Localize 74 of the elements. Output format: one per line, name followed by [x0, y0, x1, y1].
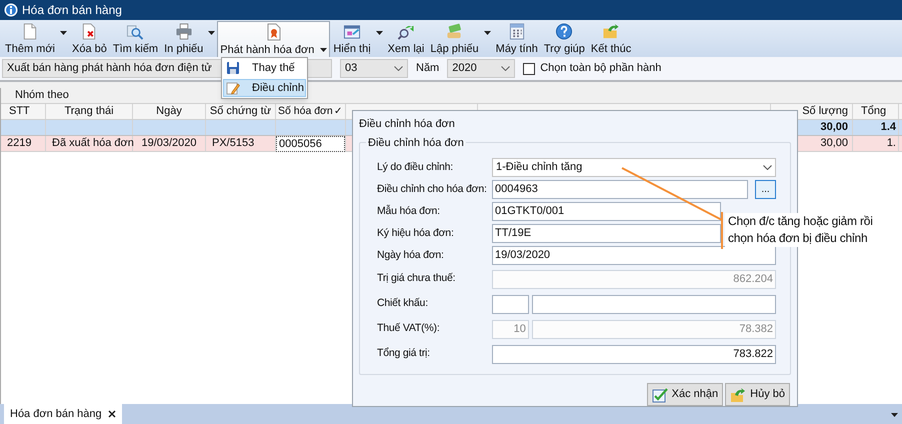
folder-arrow-icon	[602, 23, 620, 40]
toolbar-button[interactable]: Tìm kiếm	[110, 21, 162, 57]
field-label: Thuế VAT(%):	[377, 321, 441, 336]
column-header: Ngày	[133, 104, 206, 119]
field-label: Lý do điều chỉnh:	[377, 160, 454, 175]
input-field[interactable]	[532, 294, 776, 314]
input-field[interactable]	[492, 294, 529, 314]
table-cell: 19/03/2020	[133, 136, 206, 151]
input-field[interactable]: 0004963	[492, 180, 748, 199]
chevron-down-icon	[763, 165, 772, 170]
field-label: Ký hiệu hóa đơn:	[377, 226, 455, 241]
printer-icon	[174, 23, 193, 40]
toolbar-button[interactable]: Kết thúc	[588, 21, 634, 57]
pencil-document-icon	[226, 80, 240, 95]
lookup-button[interactable]: ...	[755, 180, 776, 199]
checkbox-label: Chọn toàn bộ phần hành	[540, 61, 662, 76]
dropdown[interactable]: 1-Điều chỉnh tăng	[492, 158, 776, 177]
toolbar-button[interactable]: Hiển thị	[330, 21, 374, 57]
help-icon	[555, 23, 574, 40]
column-header: Số hóa đơn	[278, 104, 333, 119]
summary-cell: 1.4	[853, 120, 899, 135]
toolbar-button[interactable]: Lập phiếu	[427, 21, 482, 57]
window-display-icon	[342, 23, 361, 40]
folder-arrow-icon	[730, 386, 746, 402]
toolbar-button[interactable]: Thêm mới	[2, 21, 58, 57]
table-cell: 1.	[853, 136, 899, 151]
table-cell: 2219	[1, 136, 46, 151]
document-icon	[21, 23, 39, 40]
close-icon	[108, 410, 116, 418]
input-field[interactable]: TT/19E	[492, 224, 721, 243]
refresh-search-icon	[396, 23, 415, 40]
confirm-button[interactable]: Xác nhận	[646, 383, 724, 406]
cancel-button[interactable]: Hủy bỏ	[725, 383, 790, 406]
document-seal-icon	[264, 23, 283, 41]
month-dropdown[interactable]: 03	[340, 59, 408, 78]
toolbar-button[interactable]: Trợ giúp	[540, 21, 588, 57]
toolbar-button[interactable]: Xóa bỏ	[69, 21, 110, 57]
sort-mark: ✓	[334, 105, 342, 119]
toolbar-button[interactable]: Máy tính	[492, 21, 541, 57]
field-label: Ngày hóa đơn:	[377, 248, 445, 263]
field-label: Chiết khấu:	[377, 296, 429, 312]
dialog-title: Điều chỉnh hóa đơn	[359, 116, 455, 132]
document-tab[interactable]: Hóa đơn bán hàng	[4, 404, 122, 424]
chevron-down-icon	[501, 66, 510, 71]
toolbar-button[interactable]: In phiếu	[161, 21, 206, 57]
input-field[interactable]: 783.822	[492, 344, 776, 364]
chevron-down-icon	[394, 66, 403, 71]
calculator-icon	[508, 23, 526, 40]
checkbox[interactable]	[523, 62, 536, 74]
field-label: Điều chỉnh cho hóa đơn:	[377, 182, 488, 197]
window-title: Hóa đơn bán hàng	[22, 2, 122, 19]
input-field[interactable]: 01GTKT0/001	[492, 202, 721, 221]
menu-item[interactable]: Điều chỉnh	[223, 78, 306, 97]
column-header: Trạng thái	[46, 104, 133, 119]
cell-editor[interactable]: 0005056	[276, 136, 345, 152]
field-label: Mẫu hóa đơn:	[377, 204, 441, 219]
menu-item[interactable]: Thay thế	[223, 59, 306, 78]
toolbar-button[interactable]: Xem lại	[384, 21, 428, 57]
year-dropdown[interactable]: 2020	[447, 59, 516, 78]
table-cell: Đã xuất hóa đơn	[46, 136, 133, 151]
field-label: Tổng giá trị:	[377, 346, 431, 362]
checkbox-tick-icon	[652, 386, 668, 402]
year-label: Năm	[416, 61, 440, 76]
field-label: Trị giá chưa thuế:	[377, 271, 456, 286]
info-icon	[4, 3, 18, 17]
column-header: STT	[1, 104, 46, 119]
column-header: Tổng	[853, 104, 899, 119]
caret-down-icon	[891, 413, 898, 417]
money-hand-icon	[445, 23, 464, 40]
search-icon	[126, 23, 144, 40]
input-field[interactable]: 19/03/2020	[492, 246, 776, 265]
group-by-label: Nhóm theo	[15, 88, 69, 104]
column-header: Số chứng từ	[206, 104, 276, 119]
toolbar-button[interactable]: Phát hành hóa đơn	[217, 21, 330, 57]
